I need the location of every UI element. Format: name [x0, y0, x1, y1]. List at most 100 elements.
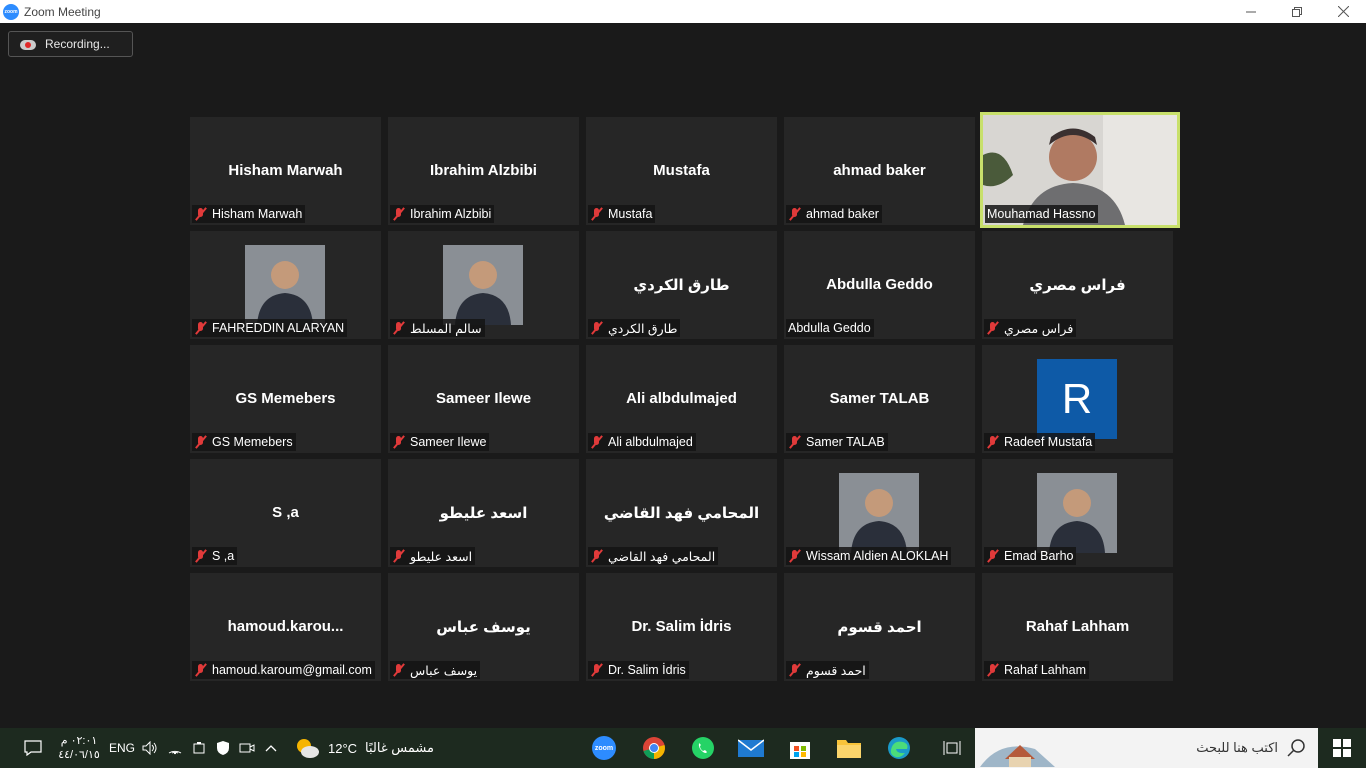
muted-microphone-icon [986, 435, 1000, 449]
clock-time: ٠٢:٠١ م [60, 735, 98, 747]
participant-label-text: FAHREDDIN ALARYAN [212, 321, 345, 335]
participant-tile[interactable]: FAHREDDIN ALARYAN [190, 231, 381, 339]
participant-display-name: احمد قسوم [837, 619, 922, 636]
chevron-up-icon[interactable] [261, 728, 281, 768]
meet-now-icon[interactable] [237, 728, 257, 768]
task-view-button[interactable] [938, 728, 966, 768]
taskbar-file-explorer[interactable] [835, 728, 863, 768]
muted-microphone-icon [194, 435, 208, 449]
participant-tile[interactable]: احمد قسوم احمد قسوم [784, 573, 975, 681]
participant-tile[interactable]: Ibrahim Alzbibi Ibrahim Alzbibi [388, 117, 579, 225]
title-bar: zoom Zoom Meeting [0, 0, 1366, 23]
muted-microphone-icon [986, 663, 1000, 677]
close-icon [1337, 6, 1349, 17]
participant-tile[interactable]: فراس مصري فراس مصري [982, 231, 1173, 339]
participant-tile[interactable]: ahmad baker ahmad baker [784, 117, 975, 225]
participant-name-label: احمد قسوم [786, 661, 869, 679]
recording-indicator[interactable]: Recording... [8, 31, 133, 57]
notification-icon [24, 740, 42, 756]
participant-display-name: Ali albdulmajed [626, 390, 737, 407]
participant-tile[interactable]: يوسف عباس يوسف عباس [388, 573, 579, 681]
participant-label-text: المحامي فهد القاضي [608, 549, 716, 564]
mail-icon [738, 739, 764, 757]
minimize-button[interactable] [1228, 0, 1274, 23]
participant-name-label: Radeef Mustafa [984, 433, 1096, 451]
clock[interactable]: ٠٢:٠١ م ٤٤/٠٦/١٥ [55, 728, 103, 768]
participant-tile[interactable]: S ,a S ,a [190, 459, 381, 567]
participant-tile[interactable]: R Radeef Mustafa [982, 345, 1173, 453]
taskbar-store-app[interactable] [786, 728, 814, 768]
participant-display-name: Sameer Ilewe [435, 390, 532, 407]
chrome-icon [643, 737, 665, 759]
participant-name-label: Emad Barho [984, 547, 1077, 565]
participant-display-name: فراس مصري [1029, 277, 1126, 294]
participant-display-name: اسعد عليطو [439, 505, 528, 522]
taskbar-whatsapp-app[interactable] [689, 728, 717, 768]
participant-label-text: يوسف عباس [410, 663, 478, 678]
weather-temperature: 12°C [328, 740, 358, 756]
muted-microphone-icon [392, 435, 406, 449]
muted-microphone-icon [590, 435, 604, 449]
muted-microphone-icon [986, 549, 1000, 563]
participant-label-text: Radeef Mustafa [1004, 435, 1093, 449]
restore-button[interactable] [1274, 0, 1320, 23]
participant-tile[interactable]: اسعد عليطو اسعد عليطو [388, 459, 579, 567]
volume-icon[interactable] [140, 728, 160, 768]
participant-tile[interactable]: Abdulla Geddo Abdulla Geddo [784, 231, 975, 339]
participant-tile[interactable]: المحامي فهد القاضي المحامي فهد القاضي [586, 459, 777, 567]
participant-tile[interactable]: سالم المسلط [388, 231, 579, 339]
participant-tile[interactable]: Mustafa Mustafa [586, 117, 777, 225]
participant-tile[interactable]: Dr. Salim İdris Dr. Salim İdris [586, 573, 777, 681]
participant-display-name: Hisham Marwah [228, 162, 343, 179]
participant-label-text: احمد قسوم [806, 663, 866, 678]
minimize-icon [1246, 11, 1256, 12]
participant-name-label: Ibrahim Alzbibi [390, 205, 495, 223]
participant-tile[interactable]: Hisham Marwah Hisham Marwah [190, 117, 381, 225]
participant-display-name: Abdulla Geddo [826, 276, 933, 293]
participant-tile[interactable]: GS Memebers GS Memebers [190, 345, 381, 453]
weather-widget[interactable]: 12°C مشمس غالبًا [294, 728, 444, 768]
taskbar-search-box[interactable]: اكتب هنا للبحث [975, 728, 1318, 768]
participant-display-name: ahmad baker [833, 162, 926, 179]
security-shield-icon[interactable] [213, 728, 233, 768]
participant-tile[interactable]: Rahaf Lahham Rahaf Lahham [982, 573, 1173, 681]
participant-tile[interactable]: hamoud.karou... hamoud.karoum@gmail.com [190, 573, 381, 681]
participant-label-text: Ali albdulmajed [608, 435, 693, 449]
participant-label-text: Sameer Ilewe [410, 435, 487, 449]
participant-display-name: S ,a [272, 504, 299, 521]
wifi-icon[interactable] [165, 728, 185, 768]
taskbar-mail-app[interactable] [737, 728, 765, 768]
participant-label-text: Dr. Salim İdris [608, 663, 686, 677]
participant-tile[interactable]: Ali albdulmajed Ali albdulmajed [586, 345, 777, 453]
participant-tile[interactable]: Sameer Ilewe Sameer Ilewe [388, 345, 579, 453]
windows-logo-icon [1333, 739, 1351, 757]
battery-icon[interactable] [189, 728, 209, 768]
participant-name-label: Samer TALAB [786, 433, 888, 451]
participant-tile[interactable]: Emad Barho [982, 459, 1173, 567]
close-button[interactable] [1320, 0, 1366, 23]
gallery-grid: Hisham Marwah Hisham Marwah Ibrahim Alzbib… [190, 93, 1180, 681]
participant-label-text: فراس مصري [1004, 321, 1074, 336]
participant-label-text: Ibrahim Alzbibi [410, 207, 492, 221]
taskbar-chrome-app[interactable] [640, 728, 668, 768]
participant-profile-photo [245, 245, 325, 325]
language-indicator[interactable]: ENG [108, 728, 136, 768]
taskbar-edge-app[interactable] [885, 728, 913, 768]
participant-tile[interactable]: طارق الكردي طارق الكردي [586, 231, 777, 339]
participant-name-label: Mustafa [588, 205, 656, 223]
taskbar-zoom-app[interactable]: zoom [591, 728, 617, 768]
participant-name-label: Dr. Salim İdris [588, 661, 689, 679]
participant-name-label: ahmad baker [786, 205, 882, 223]
participant-tile[interactable]: Samer TALAB Samer TALAB [784, 345, 975, 453]
participant-tile[interactable]: Mouhamad Hassno [980, 112, 1180, 228]
notification-center-button[interactable] [18, 728, 48, 768]
participant-label-text: Samer TALAB [806, 435, 885, 449]
participant-tile[interactable]: Wissam Aldien ALOKLAH [784, 459, 975, 567]
participant-display-name: GS Memebers [235, 390, 336, 407]
participant-name-label: طارق الكردي [588, 319, 681, 337]
store-icon [790, 742, 810, 759]
start-button[interactable] [1318, 728, 1366, 768]
muted-microphone-icon [392, 549, 406, 563]
participant-profile-photo [839, 473, 919, 553]
restore-icon [1292, 6, 1302, 17]
